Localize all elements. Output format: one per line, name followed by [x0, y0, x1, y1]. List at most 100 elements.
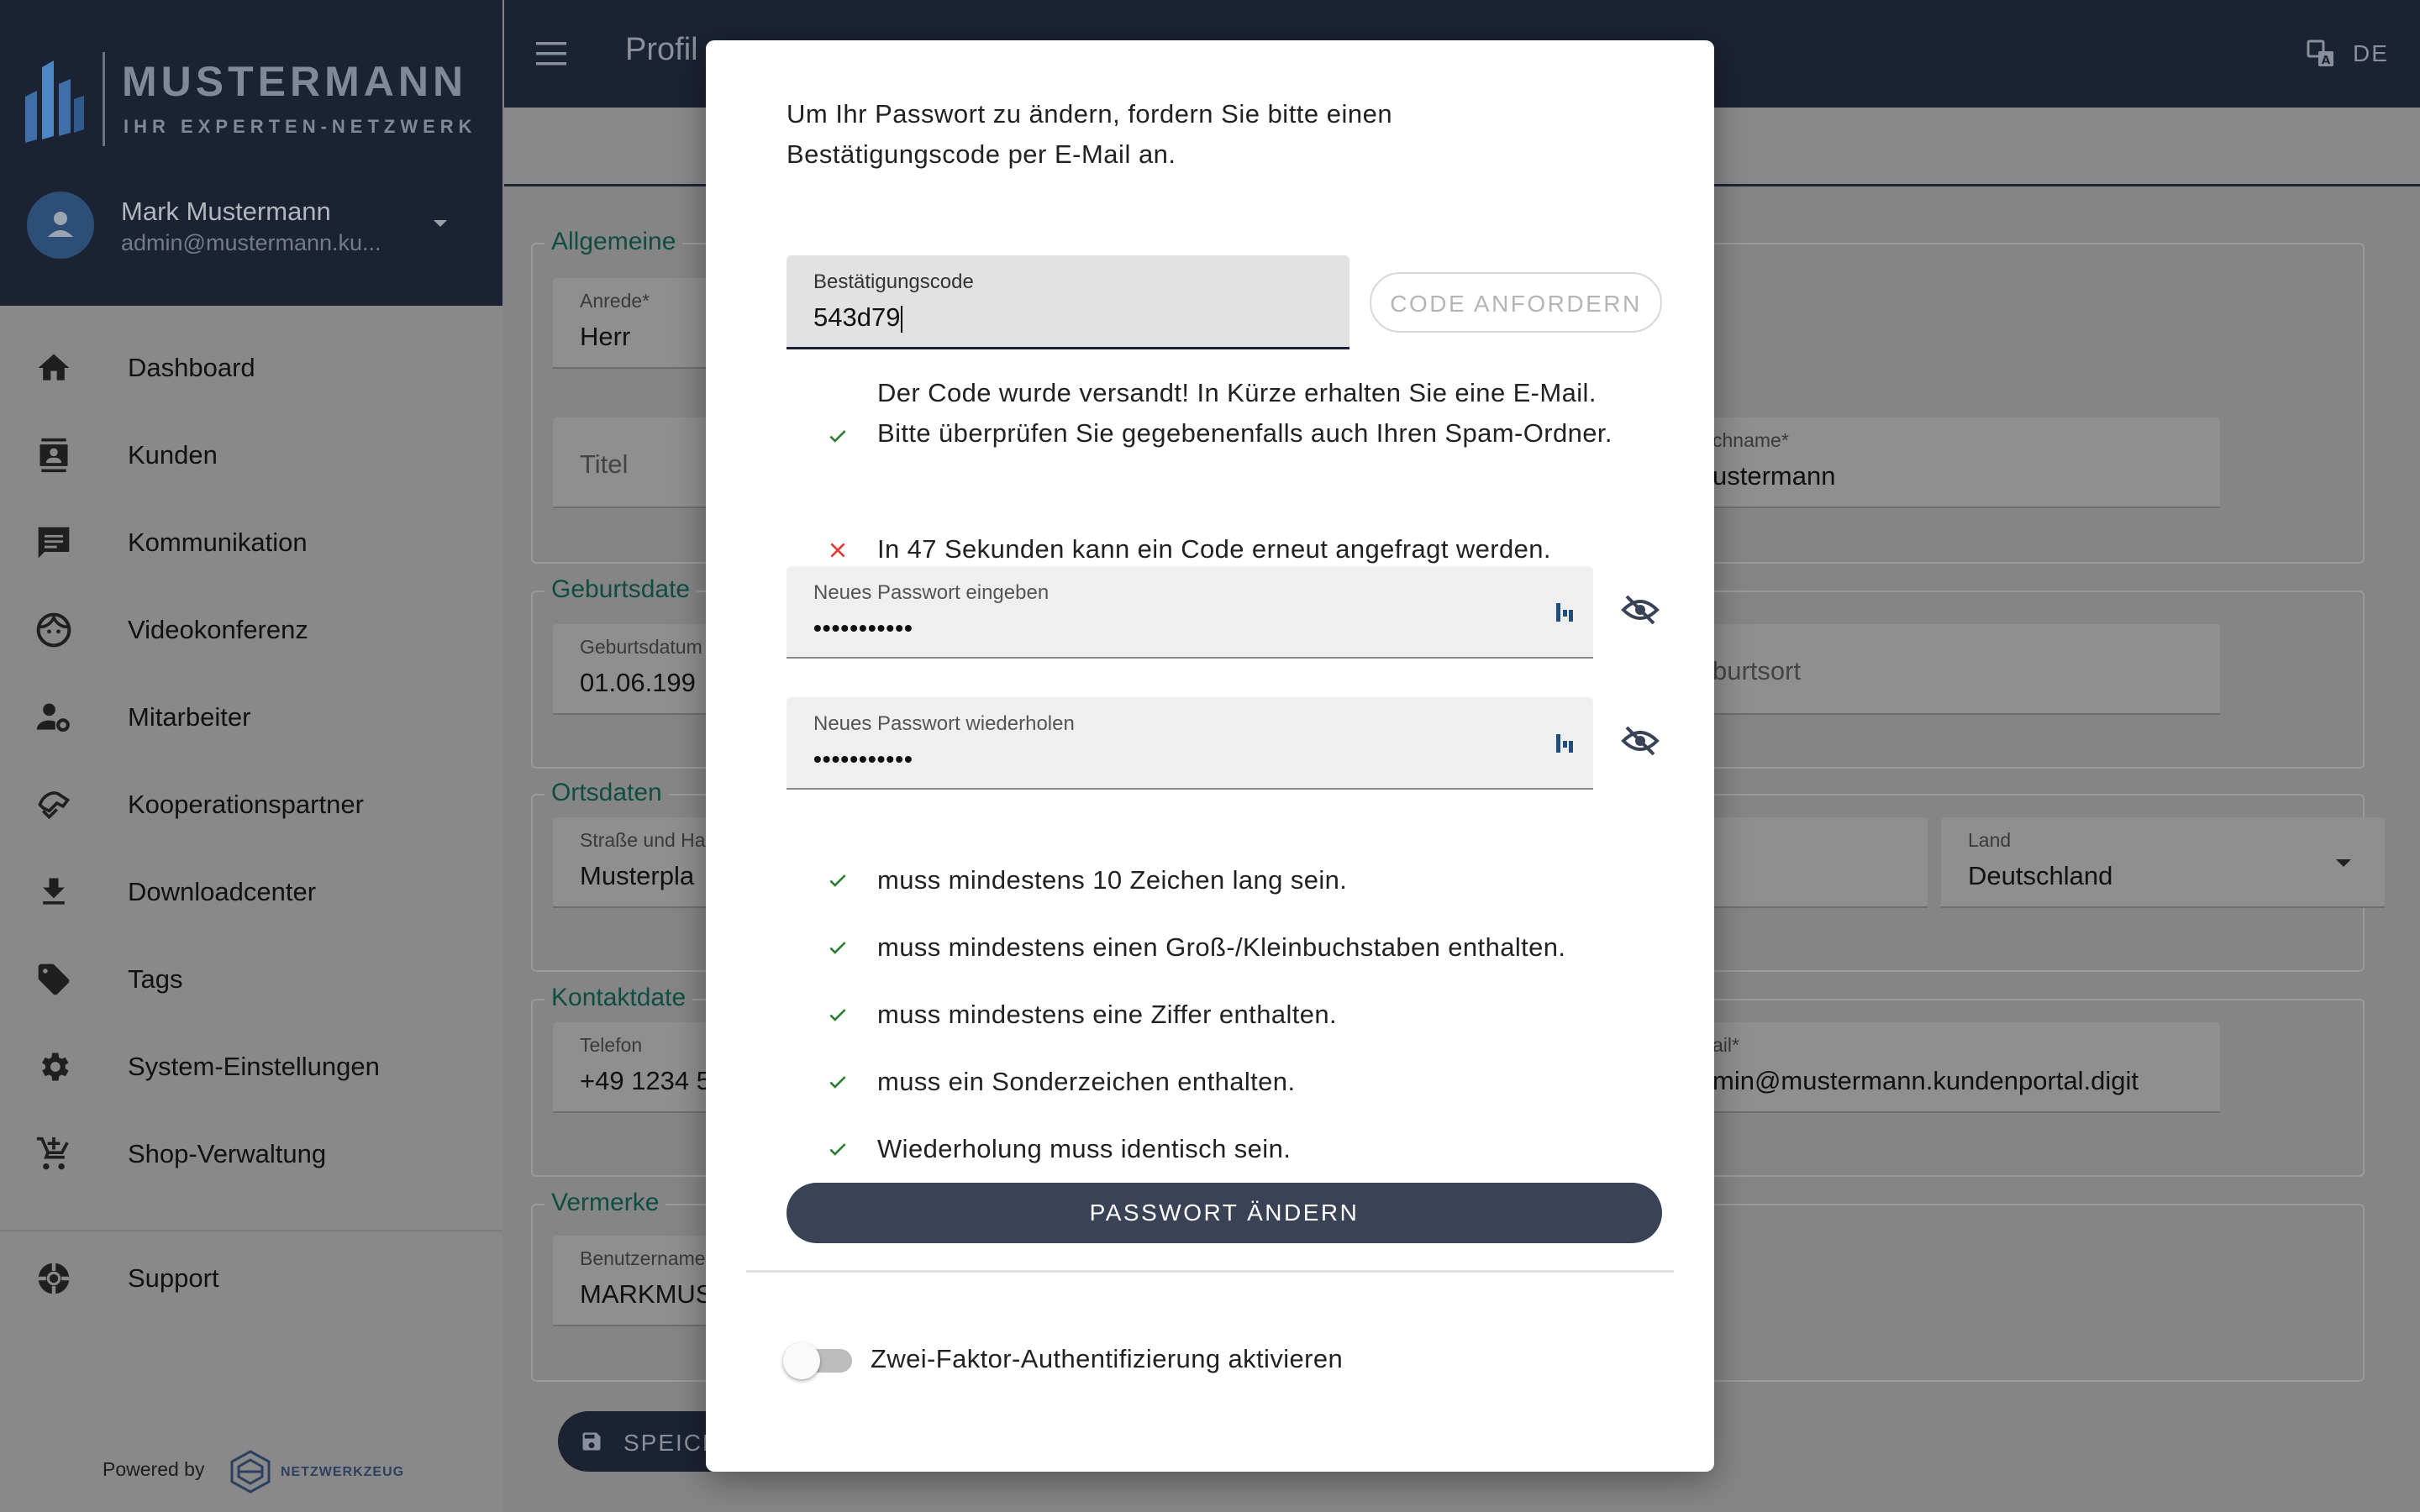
translate-icon[interactable]: A	[2306, 39, 2336, 69]
field-value: Deutschland	[1968, 861, 2113, 890]
field-label: Neues Passwort wiederholen	[813, 712, 1075, 735]
avatar[interactable]	[27, 192, 94, 259]
verification-code-input[interactable]: 543d79	[813, 302, 1284, 333]
verification-code-field[interactable]: Bestätigungscode 543d79	[786, 255, 1349, 349]
sidebar-item-label: Support	[128, 1263, 219, 1293]
status-message-success: Der Code wurde versandt! In Kürze erhalt…	[786, 373, 1652, 499]
repeat-password-input[interactable]: •••••••••••	[813, 746, 913, 773]
two-factor-toggle-knob[interactable]	[783, 1342, 820, 1379]
sidebar-item-kooperationspartner[interactable]: Kooperationspartner	[0, 759, 502, 847]
section-title: Kontaktdate	[544, 984, 693, 1012]
sidebar-item-label: Tags	[128, 964, 183, 994]
field-value: Herr	[580, 322, 631, 351]
user-settings-icon	[36, 703, 70, 732]
field-label: chname*	[1712, 429, 1789, 451]
visibility-off-icon[interactable]	[1620, 724, 1660, 758]
city-field[interactable]	[1712, 817, 1928, 908]
face-icon	[36, 612, 71, 648]
powered-by-text: Powered by	[103, 1458, 205, 1480]
sidebar-item-downloadcenter[interactable]: Downloadcenter	[0, 847, 502, 934]
check-icon	[829, 1009, 846, 1021]
field-value: +49 1234 5	[580, 1066, 712, 1095]
new-password-field[interactable]: Neues Passwort eingeben •••••••••••	[786, 566, 1593, 659]
status-message-text: In 47 Sekunden kann ein Code erneut ange…	[877, 534, 1551, 564]
field-label: Land	[1968, 829, 2012, 851]
sidebar-divider	[0, 1230, 502, 1231]
sidebar-item-tags[interactable]: Tags	[0, 934, 502, 1021]
request-code-button-label: CODE ANFORDERN	[1390, 291, 1642, 317]
language-selector[interactable]: DE	[2353, 40, 2389, 67]
sidebar: MUSTERMANN IHR EXPERTEN-NETZWERK Mark Mu…	[0, 0, 502, 1512]
sidebar-item-label: Shop-Verwaltung	[128, 1139, 327, 1168]
field-placeholder: Titel	[580, 449, 629, 479]
check-icon	[829, 1143, 846, 1156]
sidebar-item-label: Kunden	[128, 440, 218, 470]
brand-logo-icon	[25, 60, 84, 143]
field-label: ail*	[1712, 1034, 1739, 1056]
brand-name: MUSTERMANN	[122, 58, 468, 105]
floppy-icon	[582, 1432, 601, 1451]
sidebar-item-system-einstellungen[interactable]: System-Einstellungen	[0, 1021, 502, 1109]
brand-logo[interactable]: MUSTERMANN IHR EXPERTEN-NETZWERK	[25, 49, 496, 150]
password-rule-text: muss ein Sonderzeichen enthalten.	[877, 1067, 1296, 1096]
lastname-field[interactable]: chname* ustermann	[1712, 417, 2220, 508]
change-password-dialog: Um Ihr Passwort zu ändern, fordern Sie b…	[706, 40, 1714, 1472]
check-icon	[829, 874, 846, 887]
request-code-button[interactable]: CODE ANFORDERN	[1370, 272, 1662, 333]
sidebar-item-kommunikation[interactable]: Kommunikation	[0, 497, 502, 585]
sidebar-item-label: Downloadcenter	[128, 877, 317, 906]
sidebar-item-label: Dashboard	[128, 353, 255, 382]
section-title: Allgemeine	[544, 228, 683, 256]
user-name: Mark Mustermann	[121, 197, 331, 226]
two-factor-label: Zwei-Faktor-Authentifizierung aktivieren	[871, 1344, 1344, 1373]
lifebuoy-icon	[38, 1263, 70, 1294]
logo-divider	[103, 52, 105, 146]
password-rule-text: muss mindestens eine Ziffer enthalten.	[877, 1000, 1338, 1029]
sidebar-item-kunden[interactable]: Kunden	[0, 410, 502, 497]
field-label: Geburtsdatum	[580, 636, 702, 658]
sidebar-item-label: System-Einstellungen	[128, 1052, 380, 1081]
sidebar-item-videokonferenz[interactable]: Videokonferenz	[0, 585, 502, 672]
sidebar-header: MUSTERMANN IHR EXPERTEN-NETZWERK Mark Mu…	[0, 0, 502, 306]
netzwerkzeug-logo-icon[interactable]	[229, 1450, 272, 1494]
sidebar-item-support[interactable]: Support	[0, 1233, 502, 1320]
repeat-password-field[interactable]: Neues Passwort wiederholen •••••••••••	[786, 697, 1593, 790]
field-label: Telefon	[580, 1034, 643, 1056]
sidebar-item-shop-verwaltung[interactable]: Shop-Verwaltung	[0, 1109, 502, 1196]
chat-icon	[38, 527, 70, 559]
password-rule-text: muss mindestens einen Groß-/Kleinbuchsta…	[877, 932, 1566, 962]
sidebar-item-label: Kommunikation	[128, 528, 308, 557]
status-message-error: In 47 Sekunden kann ein Code erneut ange…	[786, 529, 1652, 571]
dialog-divider	[746, 1270, 1674, 1273]
dialog-intro-text: Um Ihr Passwort zu ändern, fordern Sie b…	[786, 99, 1393, 169]
brand-tagline: IHR EXPERTEN-NETZWERK	[124, 116, 477, 137]
download-icon	[43, 878, 65, 905]
chevron-down-icon	[2336, 859, 2351, 867]
field-value: Musterpla	[580, 861, 695, 890]
partner-name: NETZWERKZEUG	[281, 1465, 405, 1479]
country-select[interactable]: Land Deutschland	[1941, 817, 2385, 908]
home-icon	[38, 354, 70, 381]
page-title: Profil	[625, 32, 698, 67]
field-placeholder: burtsort	[1712, 656, 1802, 685]
email-field[interactable]: ail* min@mustermann.kundenportal.digit	[1712, 1022, 2220, 1113]
birthplace-field[interactable]: burtsort	[1712, 624, 2220, 715]
sidebar-item-dashboard[interactable]: Dashboard	[0, 323, 502, 410]
field-label: Bestätigungscode	[813, 270, 974, 293]
user-menu-caret-icon[interactable]	[434, 220, 447, 227]
menu-icon[interactable]	[536, 42, 566, 66]
password-manager-icon[interactable]	[1555, 731, 1575, 756]
field-value: 01.06.199	[580, 668, 696, 697]
sidebar-item-mitarbeiter[interactable]: Mitarbeiter	[0, 672, 502, 759]
password-manager-icon[interactable]	[1555, 600, 1575, 625]
sidebar-item-label: Kooperationspartner	[128, 790, 364, 819]
section-title: Vermerke	[544, 1189, 666, 1217]
new-password-input[interactable]: •••••••••••	[813, 615, 913, 642]
text-cursor	[901, 305, 903, 333]
password-rule: muss mindestens 10 Zeichen lang sein.	[786, 860, 1652, 900]
password-rule: muss ein Sonderzeichen enthalten.	[786, 1062, 1652, 1102]
password-rule-text: muss mindestens 10 Zeichen lang sein.	[877, 865, 1348, 895]
check-icon	[829, 942, 846, 954]
change-password-button[interactable]: PASSWORT ÄNDERN	[786, 1183, 1662, 1243]
visibility-off-icon[interactable]	[1620, 593, 1660, 627]
